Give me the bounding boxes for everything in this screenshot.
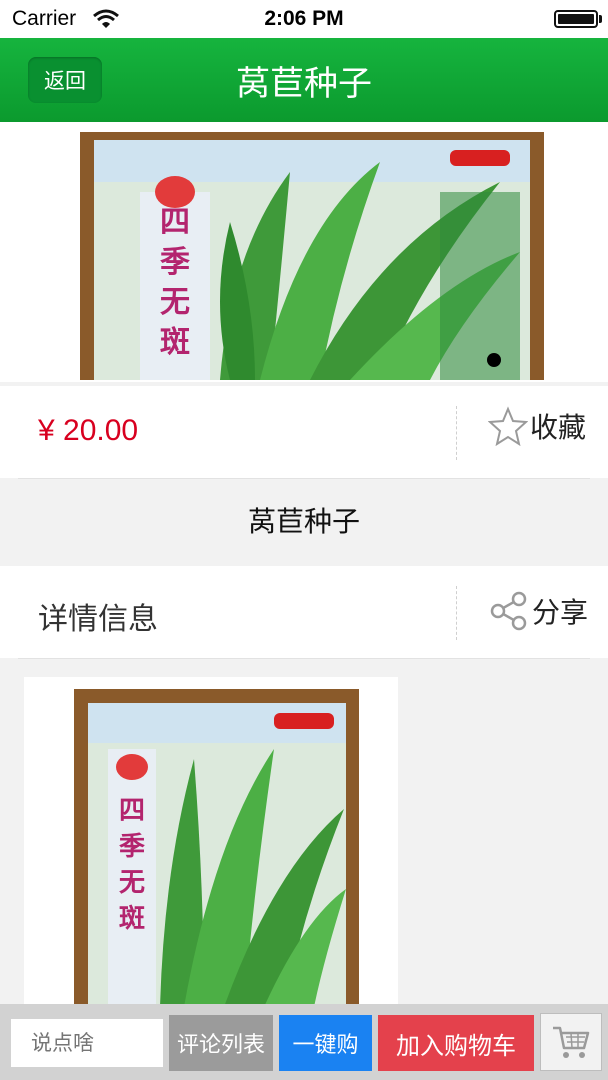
gallery-page-dot[interactable] [487,353,501,367]
favorite-button[interactable]: 收藏 [488,406,586,446]
share-label: 分享 [532,596,589,629]
comments-list-button[interactable]: 评论列表 [169,1015,273,1071]
svg-text:无: 无 [160,285,190,320]
status-bar: Carrier 2:06 PM [0,0,608,38]
detail-content[interactable]: 四 季 无 斑 [0,660,608,1004]
description-card: 四 季 无 斑 [24,677,398,1004]
battery-icon [554,10,598,28]
nav-bar: 返回 莴苣种子 [0,38,608,123]
comment-input[interactable] [11,1019,163,1067]
buy-now-button[interactable]: 一键购 [279,1015,372,1071]
svg-text:四: 四 [160,205,190,240]
svg-text:斑: 斑 [119,904,145,934]
svg-text:斑: 斑 [160,325,190,360]
favorite-label: 收藏 [530,411,587,444]
cart-button[interactable] [540,1013,602,1071]
shopping-cart-icon [553,1026,590,1058]
clock: 2:06 PM [264,7,344,30]
separator [18,658,590,659]
star-icon [488,406,528,446]
svg-text:季: 季 [119,832,145,862]
product-name: 莴苣种子 [0,479,608,565]
divider [456,586,457,640]
share-button[interactable]: 分享 [488,590,588,632]
page-title: 莴苣种子 [236,64,372,104]
add-to-cart-button[interactable]: 加入购物车 [378,1015,534,1071]
battery-tip [599,15,602,23]
details-row: 详情信息 分享 [0,566,608,658]
details-label: 详情信息 [38,602,158,637]
divider [456,406,457,460]
product-image: 四 季 无 斑 [80,132,544,380]
description-image: 四 季 无 斑 [74,689,359,1004]
svg-text:无: 无 [119,868,145,898]
svg-text:季: 季 [160,245,190,280]
price-label: ¥ 20.00 [38,414,139,447]
bottom-action-bar: 评论列表 一键购 加入购物车 [0,1004,608,1080]
share-icon [490,591,527,631]
svg-text:四: 四 [119,796,145,826]
product-gallery[interactable]: 四 季 无 斑 [0,122,608,382]
price-row: ¥ 20.00 收藏 [0,386,608,478]
